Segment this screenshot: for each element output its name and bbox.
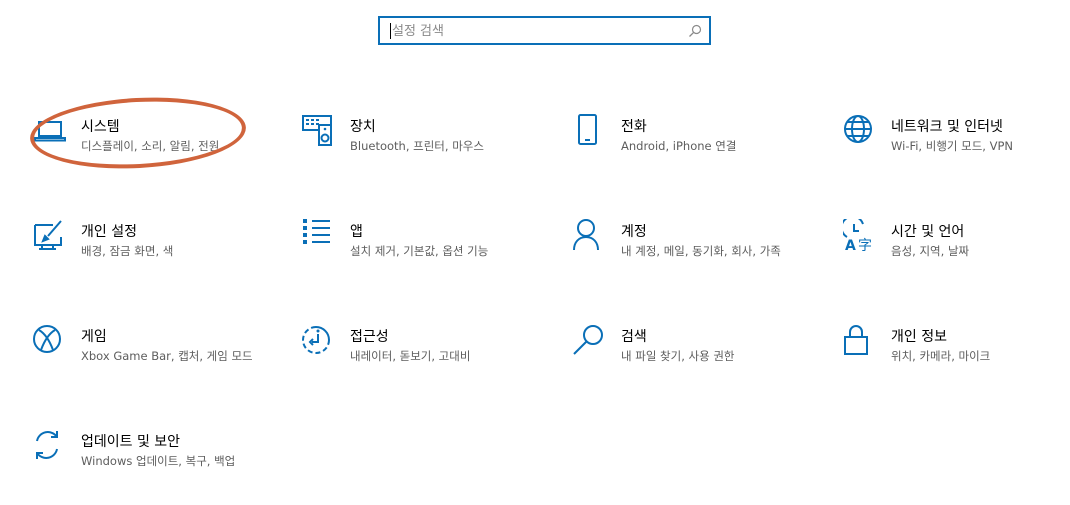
category-description: 위치, 카메라, 마이크 [891,349,991,363]
category-network[interactable]: 네트워크 및 인터넷 Wi-Fi, 비행기 모드, VPN [843,114,1070,184]
lock-icon [843,324,877,358]
search-input[interactable] [392,20,682,42]
category-title: 시간 및 언어 [891,224,965,240]
category-description: 설치 제거, 기본값, 옵션 기능 [350,244,489,258]
phone-icon [573,114,607,148]
category-title: 게임 [81,329,107,345]
keyboard-speaker-icon [302,114,336,148]
category-privacy[interactable]: 개인 정보 위치, 카메라, 마이크 [843,324,1070,394]
paint-icon [33,219,67,253]
category-devices[interactable]: 장치 Bluetooth, 프린터, 마우스 [302,114,542,184]
category-description: 음성, 지역, 날짜 [891,244,970,258]
xbox-icon [33,324,67,358]
search-icon[interactable] [688,24,702,38]
ease-of-access-icon [302,324,336,358]
category-accounts[interactable]: 계정 내 계정, 메일, 동기화, 회사, 가족 [573,219,813,289]
category-title: 전화 [621,119,647,135]
category-title: 접근성 [350,329,389,345]
category-description: 배경, 잠금 화면, 색 [81,244,174,258]
category-apps[interactable]: 앱 설치 제거, 기본값, 옵션 기능 [302,219,542,289]
category-description: Android, iPhone 연결 [621,139,737,153]
svg-text:字: 字 [858,238,872,253]
category-description: 디스플레이, 소리, 알림, 전원 [81,139,220,153]
svg-text:A: A [845,238,856,253]
category-personalization[interactable]: 개인 설정 배경, 잠금 화면, 색 [33,219,273,289]
category-phone[interactable]: 전화 Android, iPhone 연결 [573,114,813,184]
search-box[interactable] [378,16,711,45]
category-title: 계정 [621,224,647,240]
category-description: Bluetooth, 프린터, 마우스 [350,139,484,153]
category-update-security[interactable]: 업데이트 및 보안 Windows 업데이트, 복구, 백업 [33,429,273,499]
category-description: 내 파일 찾기, 사용 권한 [621,349,735,363]
time-language-icon: A 字 [843,219,877,253]
category-title: 개인 설정 [81,224,137,240]
category-description: Windows 업데이트, 복구, 백업 [81,454,236,468]
category-gaming[interactable]: 게임 Xbox Game Bar, 캡처, 게임 모드 [33,324,273,394]
category-ease-of-access[interactable]: 접근성 내레이터, 돋보기, 고대비 [302,324,542,394]
category-title: 업데이트 및 보안 [81,434,181,450]
category-description: 내레이터, 돋보기, 고대비 [350,349,471,363]
category-title: 시스템 [81,119,120,135]
category-system[interactable]: 시스템 디스플레이, 소리, 알림, 전원 [33,114,273,184]
person-icon [573,219,607,253]
category-title: 네트워크 및 인터넷 [891,119,1003,135]
search-magnifier-icon [573,324,607,358]
category-description: Xbox Game Bar, 캡처, 게임 모드 [81,349,253,363]
category-title: 개인 정보 [891,329,947,345]
category-title: 장치 [350,119,376,135]
update-icon [33,429,67,463]
text-caret [390,23,391,39]
category-description: Wi-Fi, 비행기 모드, VPN [891,139,1014,153]
category-description: 내 계정, 메일, 동기화, 회사, 가족 [621,244,781,258]
laptop-icon [33,114,67,148]
category-title: 검색 [621,329,647,345]
category-search[interactable]: 검색 내 파일 찾기, 사용 권한 [573,324,813,394]
globe-icon [843,114,877,148]
apps-list-icon [302,219,336,253]
category-time-language[interactable]: A 字 시간 및 언어 음성, 지역, 날짜 [843,219,1070,289]
category-title: 앱 [350,224,363,240]
